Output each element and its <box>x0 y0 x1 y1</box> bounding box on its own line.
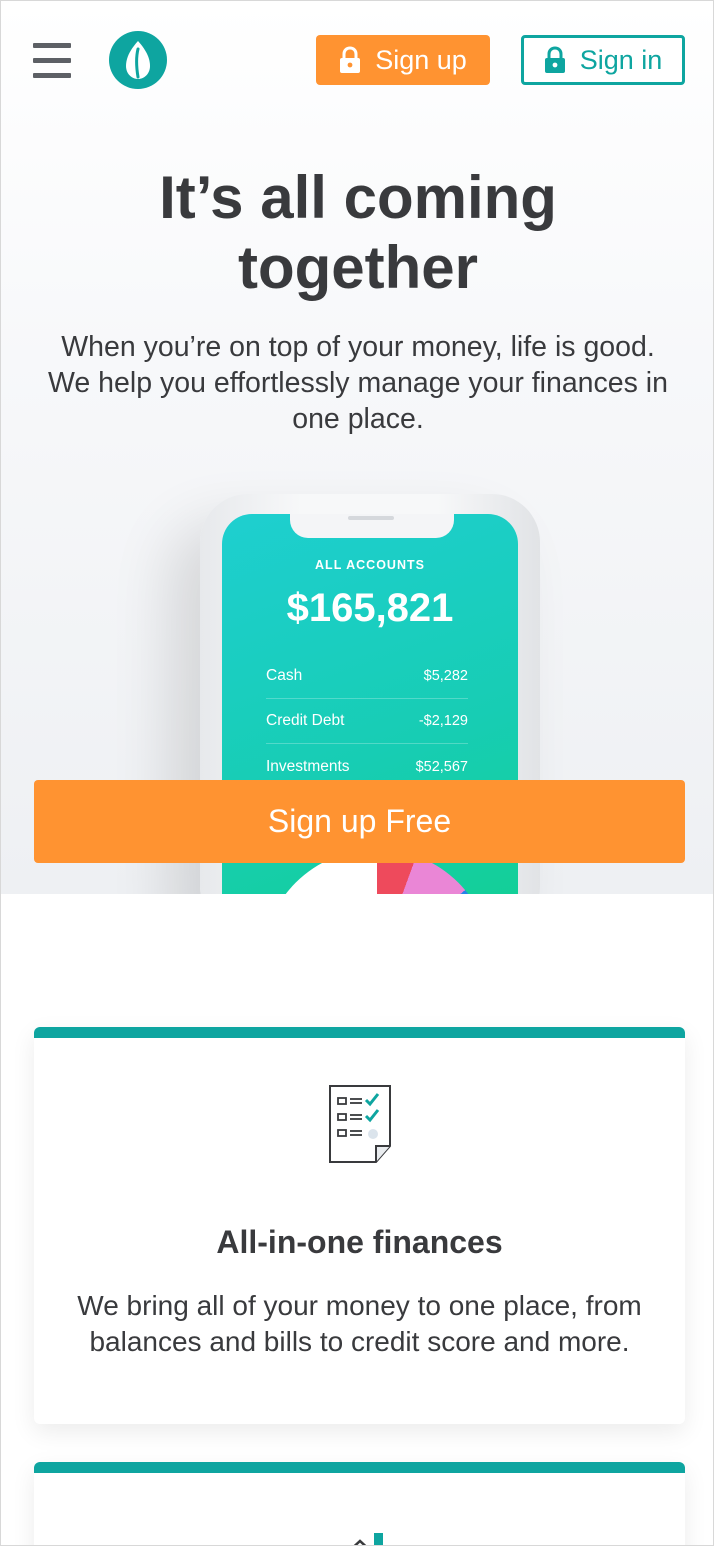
account-row-label: Investments <box>266 757 350 775</box>
house-icon <box>330 1531 390 1545</box>
hamburger-menu-icon[interactable] <box>31 41 73 81</box>
hero-title: It’s all coming together <box>159 164 557 301</box>
mint-logo[interactable] <box>109 31 167 89</box>
account-row-value: -$2,129 <box>418 713 468 729</box>
account-row-label: Cash <box>266 667 303 684</box>
feature-card: All-in-one finances We bring all of your… <box>34 1027 685 1424</box>
feature-title: All-in-one finances <box>216 1224 503 1260</box>
account-row-label: Credit Debt <box>266 712 345 729</box>
lock-icon <box>339 45 361 75</box>
accounts-total: $165,821 <box>286 586 454 630</box>
phone-notch <box>290 514 454 538</box>
hero-section: ALL ACCOUNTS $165,821 Cash $5,282 Credit… <box>1 1 713 894</box>
account-row: Cash $5,282 <box>266 654 468 699</box>
header-signin-button[interactable]: Sign in <box>521 35 685 85</box>
signin-label: Sign in <box>579 44 663 75</box>
header-signup-button[interactable]: Sign up <box>316 35 490 85</box>
signup-free-button[interactable]: Sign up Free <box>34 780 685 863</box>
lock-icon <box>544 45 566 75</box>
accounts-label: ALL ACCOUNTS <box>315 558 425 572</box>
signup-label: Sign up <box>375 44 467 75</box>
account-row: Credit Debt -$2,129 <box>266 699 468 744</box>
page: ALL ACCOUNTS $165,821 Cash $5,282 Credit… <box>0 0 714 1546</box>
feature-text: We bring all of your money to one place,… <box>77 1290 642 1357</box>
account-row-value: $52,567 <box>415 758 468 775</box>
checklist-icon <box>328 1084 392 1168</box>
hero-subtitle: When you’re on top of your money, life i… <box>48 331 668 435</box>
account-row-value: $5,282 <box>423 668 468 684</box>
feature-card <box>34 1462 685 1545</box>
